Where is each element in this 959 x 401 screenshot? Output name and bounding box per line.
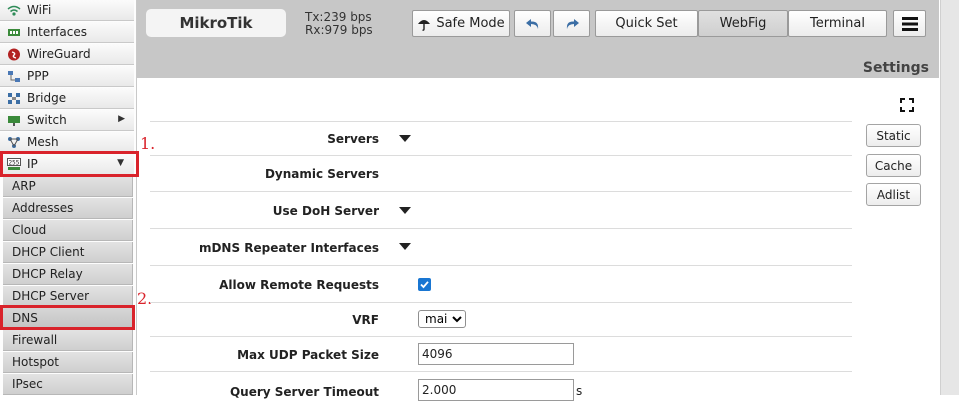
- allow-remote-requests-label: Allow Remote Requests: [219, 278, 379, 292]
- submenu-item-label: Hotspot: [12, 355, 59, 369]
- divider: [150, 302, 852, 303]
- servers-expand-icon[interactable]: [399, 135, 411, 142]
- divider: [150, 371, 852, 372]
- sidebar-item-wifi[interactable]: WiFi: [0, 0, 134, 21]
- divider: [150, 265, 852, 266]
- submenu-item-firewall[interactable]: Firewall: [3, 330, 133, 351]
- umbrella-icon: [417, 17, 431, 31]
- redo-icon: [564, 17, 580, 31]
- mdns-repeater-expand-icon[interactable]: [399, 243, 411, 250]
- switch-icon: [7, 114, 21, 127]
- highlight-box-ip: [0, 151, 139, 177]
- chevron-right-icon: ▶: [118, 114, 125, 124]
- max-udp-packet-size-input[interactable]: 4096: [418, 343, 574, 365]
- page-title: Settings: [862, 60, 929, 76]
- submenu-item-arp[interactable]: ARP: [3, 176, 133, 197]
- sidebar: WiFi Interfaces WireGuard PPP Bridge Swi…: [0, 0, 137, 395]
- max-udp-packet-size-label: Max UDP Packet Size: [237, 348, 379, 362]
- sidebar-item-bridge[interactable]: Bridge: [0, 88, 134, 109]
- allow-remote-requests-checkbox[interactable]: [418, 278, 431, 291]
- submenu-item-ipsec[interactable]: IPsec: [3, 374, 133, 395]
- divider: [150, 228, 852, 229]
- menu-button[interactable]: [893, 10, 926, 37]
- sidebar-item-label: Interfaces: [27, 25, 87, 39]
- wireguard-icon: [7, 48, 21, 61]
- sidebar-item-label: WireGuard: [27, 47, 91, 61]
- rx-rate: Rx:979 bps: [305, 23, 373, 37]
- max-udp-packet-size-value: 4096: [422, 347, 453, 361]
- step-label-2: 2.: [137, 289, 153, 308]
- divider: [150, 121, 852, 122]
- submenu-item-hotspot[interactable]: Hotspot: [3, 352, 133, 373]
- query-server-timeout-label: Query Server Timeout: [229, 385, 379, 399]
- step-label-1: 1.: [140, 134, 156, 153]
- submenu-item-label: ARP: [12, 179, 36, 193]
- query-server-timeout-unit: s: [576, 384, 583, 398]
- tab-webfig[interactable]: WebFig: [698, 10, 788, 37]
- submenu-item-label: Cloud: [12, 223, 47, 237]
- tx-rate: Tx:239 bps: [305, 10, 372, 24]
- sidebar-item-switch[interactable]: Switch ▶: [0, 110, 134, 131]
- use-doh-server-label: Use DoH Server: [272, 204, 379, 218]
- submenu-item-label: DHCP Relay: [12, 267, 83, 281]
- submenu-item-dhcp-client[interactable]: DHCP Client: [3, 242, 133, 263]
- submenu-item-label: DHCP Server: [12, 289, 90, 303]
- undo-button[interactable]: [514, 10, 551, 37]
- sidebar-item-wireguard[interactable]: WireGuard: [0, 44, 134, 65]
- submenu-item-cloud[interactable]: Cloud: [3, 220, 133, 241]
- divider: [150, 336, 852, 337]
- submenu-item-label: Firewall: [12, 333, 58, 347]
- use-doh-server-expand-icon[interactable]: [399, 207, 411, 214]
- adlist-button[interactable]: Adlist: [866, 183, 921, 206]
- servers-label: Servers: [327, 132, 379, 146]
- scrollbar[interactable]: [940, 0, 959, 395]
- sidebar-item-interfaces[interactable]: Interfaces: [0, 22, 134, 43]
- bridge-icon: [7, 92, 21, 105]
- submenu-item-dhcp-relay[interactable]: DHCP Relay: [3, 264, 133, 285]
- mesh-icon: [7, 136, 21, 149]
- sidebar-item-label: Bridge: [27, 91, 67, 105]
- vrf-select[interactable]: main: [418, 310, 466, 328]
- dynamic-servers-label: Dynamic Servers: [264, 167, 379, 181]
- safe-mode-label: Safe Mode: [436, 16, 505, 31]
- safe-mode-button[interactable]: Safe Mode: [412, 10, 510, 37]
- sidebar-item-label: PPP: [27, 69, 49, 83]
- interfaces-icon: [7, 26, 21, 39]
- brand-logo: MikroTik: [146, 9, 286, 37]
- submenu-item-addresses[interactable]: Addresses: [3, 198, 133, 219]
- hamburger-icon: [901, 16, 919, 32]
- tab-terminal[interactable]: Terminal: [788, 10, 887, 37]
- sidebar-item-ppp[interactable]: PPP: [0, 66, 134, 87]
- divider: [150, 191, 852, 192]
- redo-button[interactable]: [553, 10, 590, 37]
- submenu-item-dhcp-server[interactable]: DHCP Server: [3, 286, 133, 307]
- cache-button[interactable]: Cache: [866, 154, 921, 177]
- sidebar-item-label: Switch: [27, 113, 67, 127]
- query-server-timeout-input[interactable]: 2.000: [418, 379, 574, 401]
- submenu-item-label: Addresses: [12, 201, 74, 215]
- fullscreen-icon[interactable]: [899, 97, 915, 113]
- sidebar-item-mesh[interactable]: Mesh: [0, 132, 134, 153]
- wifi-icon: [7, 4, 21, 17]
- submenu-item-label: IPsec: [12, 377, 43, 391]
- sidebar-item-label: Mesh: [27, 135, 59, 149]
- mdns-repeater-label: mDNS Repeater Interfaces: [198, 241, 379, 255]
- tab-quick-set[interactable]: Quick Set: [595, 10, 698, 37]
- vrf-label: VRF: [352, 313, 379, 327]
- submenu-item-label: DHCP Client: [12, 245, 85, 259]
- divider: [150, 155, 852, 156]
- ppp-icon: [7, 70, 21, 83]
- top-bar: MikroTik Tx:239 bps Rx:979 bps Safe Mode…: [137, 0, 939, 78]
- check-icon: [420, 281, 429, 289]
- undo-icon: [525, 17, 541, 31]
- highlight-box-dns: [0, 305, 135, 330]
- sidebar-item-label: WiFi: [27, 3, 52, 17]
- static-button[interactable]: Static: [866, 124, 921, 147]
